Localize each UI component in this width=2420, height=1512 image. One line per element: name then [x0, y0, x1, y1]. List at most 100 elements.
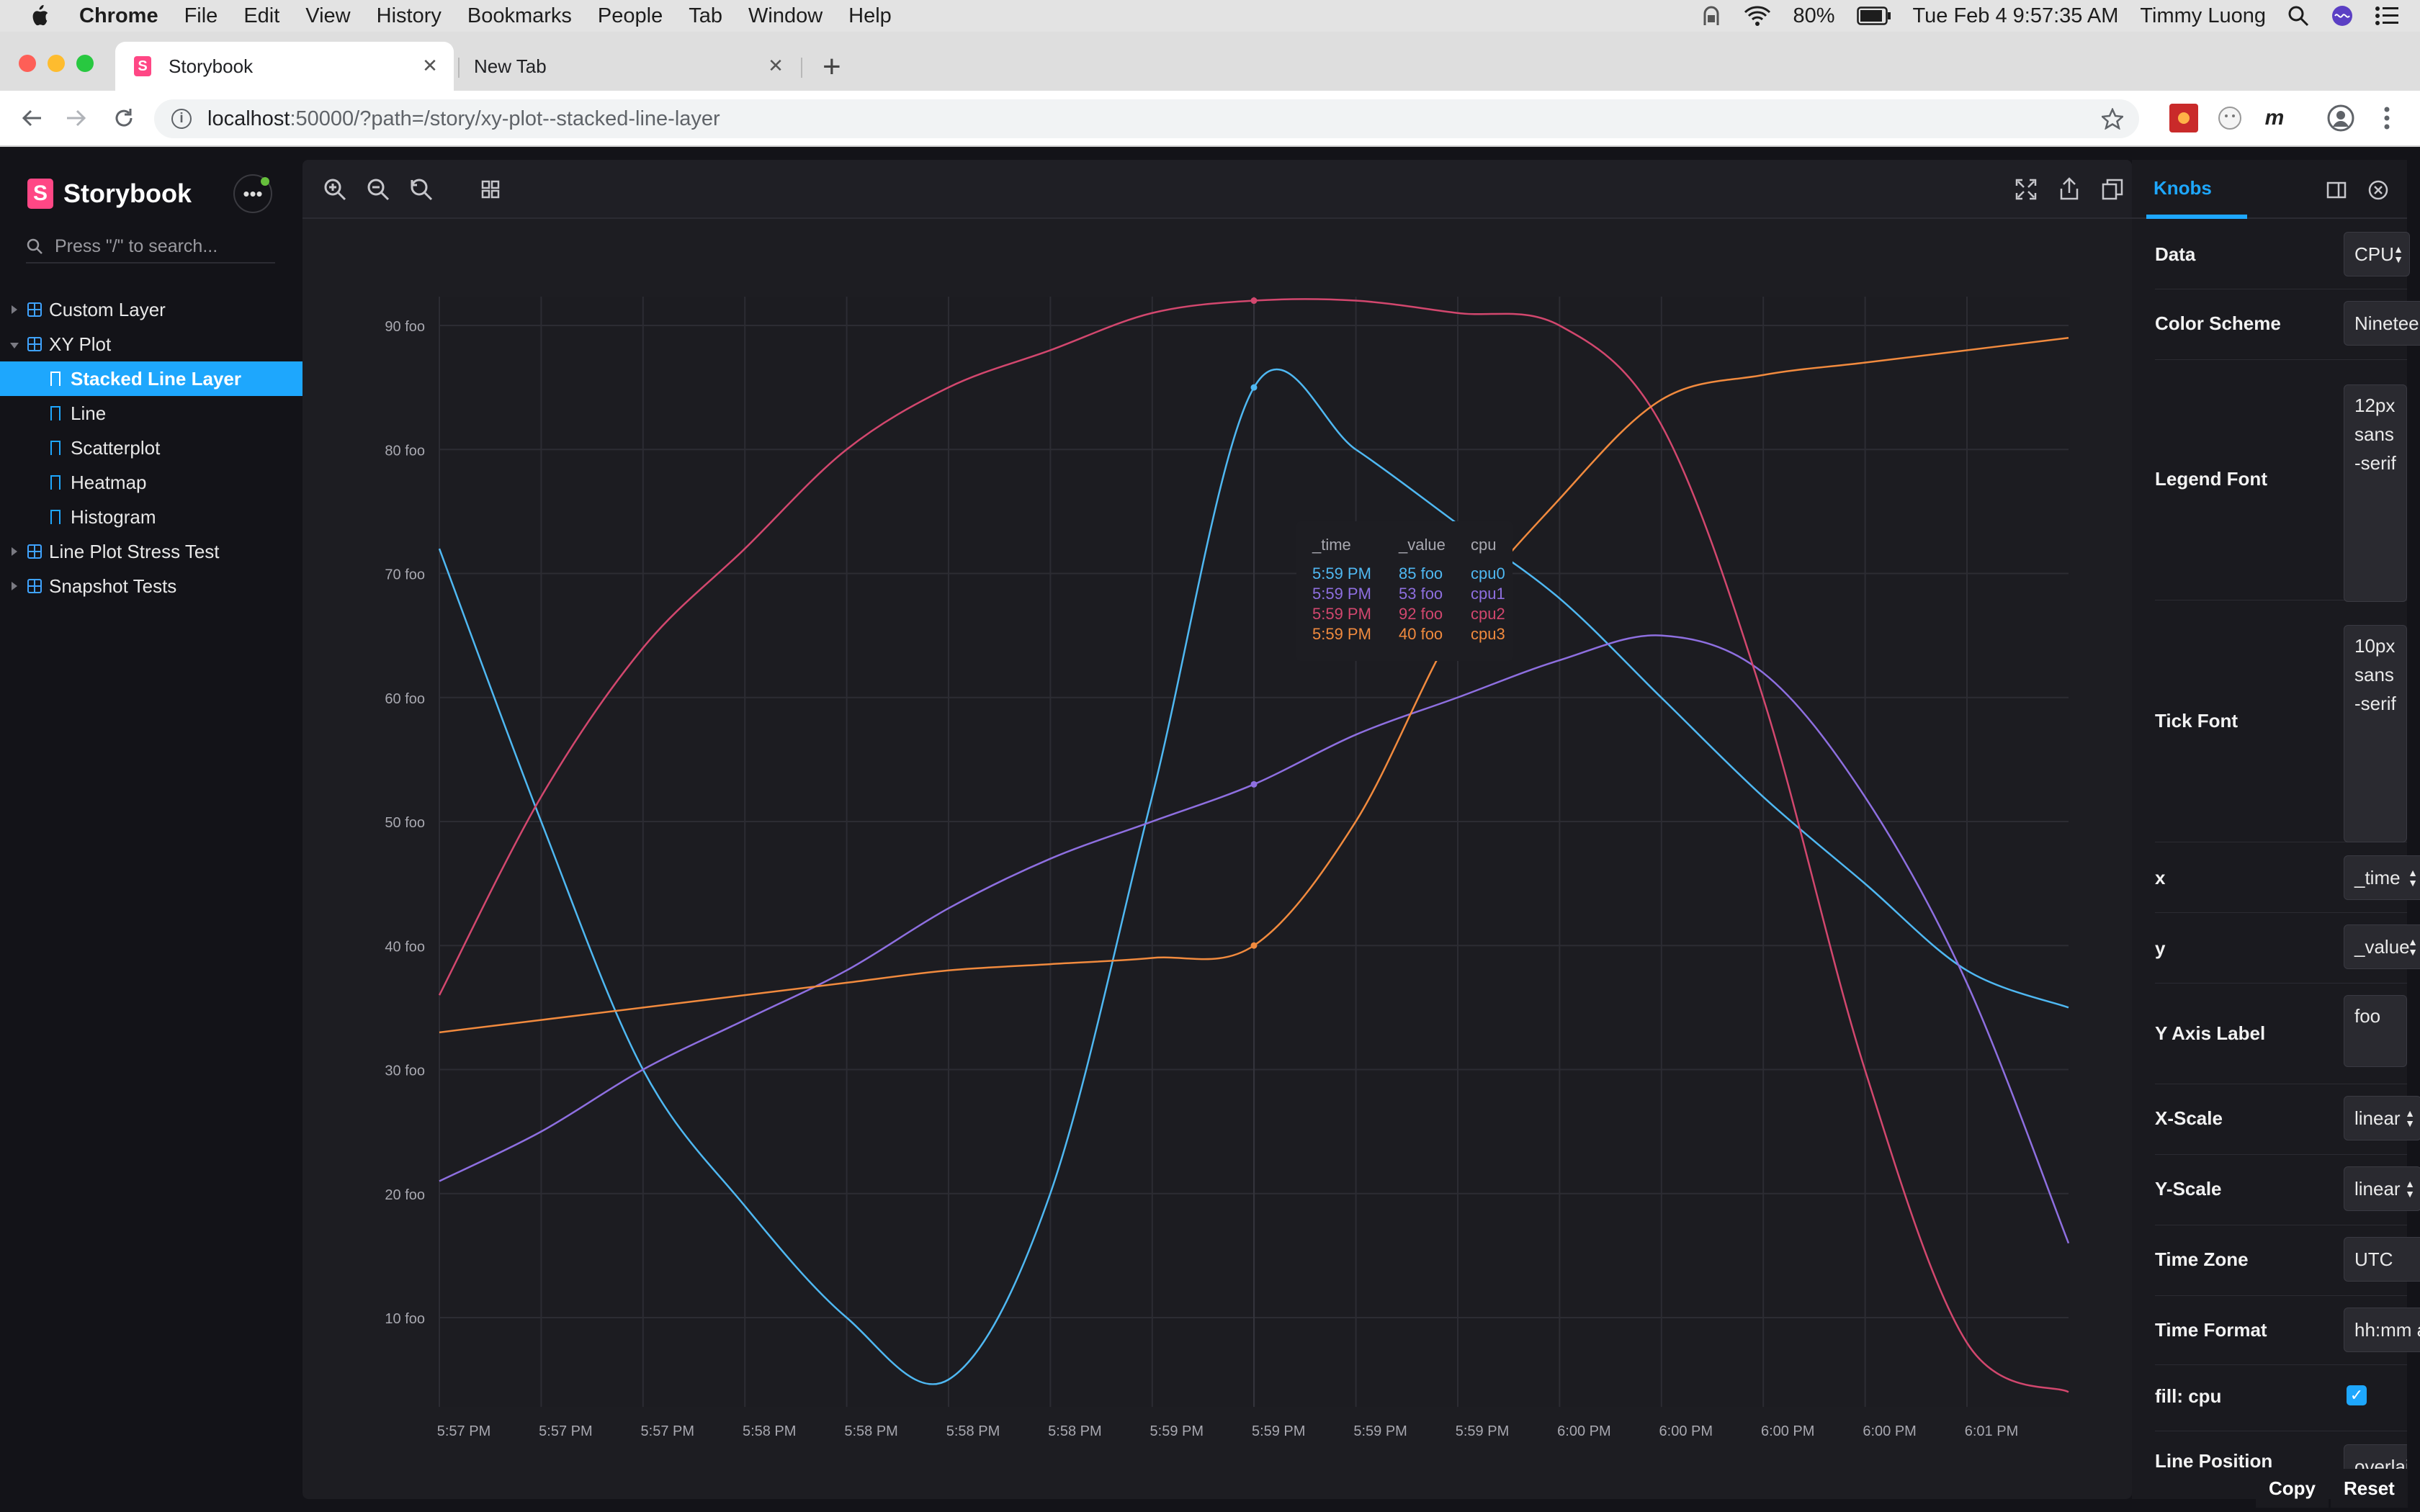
color-scheme-input[interactable]: Nineteen — [2344, 301, 2420, 346]
menu-window[interactable]: Window — [748, 4, 823, 28]
tree-item-line-plot-stress-test[interactable]: Line Plot Stress Test — [0, 534, 302, 569]
menu-bookmarks[interactable]: Bookmarks — [467, 4, 572, 28]
x-tick-label: 5:58 PM — [743, 1423, 796, 1439]
chrome-menu-kebab-icon[interactable] — [2372, 104, 2401, 132]
menubar-user[interactable]: Timmy Luong — [2140, 4, 2266, 28]
copy-button[interactable]: Copy — [2256, 1469, 2329, 1508]
x-select[interactable]: _time ▲ ▼ — [2344, 855, 2420, 900]
share-icon[interactable] — [2056, 176, 2083, 203]
menu-edit[interactable]: Edit — [243, 4, 279, 28]
battery-icon[interactable] — [1856, 6, 1891, 25]
sidebar-search[interactable]: Press "/" to search... — [26, 230, 275, 264]
expand-arrow-icon[interactable] — [12, 305, 17, 314]
menu-help[interactable]: Help — [848, 4, 892, 28]
tree-item-label: Stacked Line Layer — [71, 367, 241, 390]
bookmark-icon — [50, 406, 60, 420]
knob-label: Legend Font — [2155, 468, 2267, 490]
new-tab-plus-icon[interactable]: + — [823, 49, 841, 85]
menu-file[interactable]: File — [184, 4, 218, 28]
tree-story-scatterplot[interactable]: Scatterplot — [0, 431, 302, 465]
tooltip-cell: cpu0 — [1471, 564, 1505, 582]
menu-history[interactable]: History — [377, 4, 442, 28]
profile-avatar-icon[interactable] — [2326, 104, 2355, 132]
bookmark-star-icon[interactable] — [2102, 108, 2123, 130]
storybook-brand[interactable]: S Storybook — [27, 179, 192, 209]
y-scale-select[interactable]: linear ▲ ▼ — [2344, 1166, 2420, 1211]
window-zoom-button[interactable] — [76, 55, 94, 72]
y-axis-label-textarea[interactable]: foo — [2344, 995, 2407, 1067]
tooltip-cell: 5:59 PM — [1312, 605, 1371, 623]
component-icon — [27, 544, 42, 559]
expand-arrow-icon[interactable] — [12, 547, 17, 556]
fullscreen-icon[interactable] — [2012, 176, 2040, 203]
knob-legend-font: Legend Font 12px sans-serif — [2155, 360, 2407, 602]
window-close-button[interactable] — [19, 55, 36, 72]
tab-close-icon[interactable]: ✕ — [419, 55, 441, 76]
tab-knobs[interactable]: Knobs — [2154, 177, 2212, 199]
tree-item-snapshot-tests[interactable]: Snapshot Tests — [0, 569, 302, 603]
time-zone-input[interactable]: UTC — [2344, 1237, 2420, 1282]
component-icon — [27, 302, 42, 317]
tree-story-histogram[interactable]: Histogram — [0, 500, 302, 534]
site-info-icon[interactable]: i — [171, 109, 192, 129]
data-select[interactable]: CPU ▲ ▼ — [2344, 232, 2410, 276]
reset-button[interactable]: Reset — [2331, 1469, 2408, 1508]
close-panel-icon[interactable] — [2367, 179, 2390, 202]
menu-app-name[interactable]: Chrome — [79, 4, 158, 28]
y-select[interactable]: _value ▲ ▼ — [2344, 924, 2420, 969]
extension-face-icon[interactable] — [2215, 104, 2244, 132]
xy-plot[interactable]: 10 foo 20 foo 30 foo 40 foo 50 foo 60 foo 70 f… — [302, 219, 2132, 1499]
tree-item-custom-layer[interactable]: Custom Layer — [0, 292, 302, 327]
zoom-reset-icon[interactable] — [408, 176, 435, 203]
search-input[interactable]: Press "/" to search... — [55, 236, 218, 257]
tab-new-tab[interactable]: New Tab ✕ — [461, 42, 799, 91]
tab-divider — [458, 58, 460, 78]
tree-item-xy-plot[interactable]: XY Plot — [0, 327, 302, 361]
grid-icon[interactable] — [477, 176, 504, 203]
tab-close-icon[interactable]: ✕ — [765, 55, 786, 76]
menu-people[interactable]: People — [598, 4, 663, 28]
apple-icon[interactable] — [29, 4, 50, 27]
time-format-input[interactable]: hh:mm a — [2344, 1308, 2420, 1352]
tree-item-label: Custom Layer — [49, 298, 166, 320]
address-bar[interactable]: i localhost:50000/?path=/story/xy-plot--… — [154, 99, 2139, 138]
menu-view[interactable]: View — [305, 4, 350, 28]
extension-m-icon[interactable]: m — [2260, 104, 2289, 132]
tree-story-line[interactable]: Line — [0, 396, 302, 431]
tick-font-textarea[interactable]: 10px sans-serif — [2344, 625, 2407, 842]
notification-center-icon[interactable] — [2375, 6, 2398, 26]
sidebar-menu-ellipsis-icon[interactable]: ••• — [233, 174, 272, 213]
menubar-clock[interactable]: Tue Feb 4 9:57:35 AM — [1913, 4, 2119, 28]
zoom-in-icon[interactable] — [321, 176, 349, 203]
forward-arrow-icon[interactable] — [60, 102, 92, 134]
tab-storybook[interactable]: S Storybook ✕ — [115, 42, 454, 91]
browser-toolbar: i localhost:50000/?path=/story/xy-plot--… — [0, 91, 2420, 147]
zoom-out-icon[interactable] — [364, 176, 392, 203]
wifi-icon[interactable] — [1744, 5, 1771, 27]
tab-divider — [801, 58, 802, 78]
fill-cpu-checkbox[interactable]: ✓ — [2347, 1385, 2367, 1405]
tooltip-cell: cpu3 — [1471, 625, 1505, 643]
tree-item-label: XY Plot — [49, 333, 112, 355]
panel-layout-icon[interactable] — [2325, 179, 2348, 202]
menu-tab[interactable]: Tab — [689, 4, 722, 28]
extension-red-icon[interactable] — [2169, 104, 2198, 132]
accessibility-icon[interactable] — [1700, 5, 1722, 27]
tree-story-heatmap[interactable]: Heatmap — [0, 465, 302, 500]
spotlight-search-icon[interactable] — [2287, 5, 2309, 27]
tree-story-stacked-line-layer[interactable]: Stacked Line Layer — [0, 361, 302, 396]
y-tick-label: 90 foo — [385, 319, 425, 335]
canvas-toolbar — [302, 160, 2132, 219]
collapse-arrow-icon[interactable] — [10, 343, 19, 348]
hover-point-cpu0 — [1250, 384, 1258, 391]
window-minimize-button[interactable] — [48, 55, 65, 72]
x-scale-select[interactable]: linear ▲ ▼ — [2344, 1096, 2420, 1140]
legend-font-textarea[interactable]: 12px sans-serif — [2344, 384, 2407, 602]
siri-icon[interactable] — [2331, 4, 2354, 27]
knob-label: Data — [2155, 243, 2196, 265]
back-arrow-icon[interactable] — [16, 102, 48, 134]
reload-icon[interactable] — [108, 102, 140, 134]
expand-arrow-icon[interactable] — [12, 582, 17, 590]
copy-link-icon[interactable] — [2099, 176, 2126, 203]
storybook-logo-icon: S — [27, 179, 53, 209]
